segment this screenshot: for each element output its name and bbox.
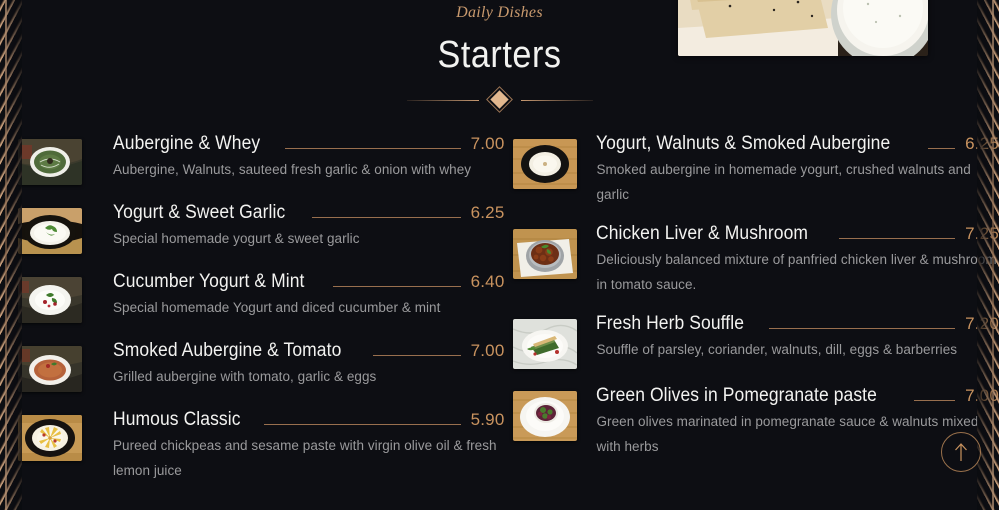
dish-body: Yogurt & Sweet Garlic 6.25 Special homem… — [113, 201, 504, 251]
price-leader-line — [333, 286, 461, 287]
menu-item[interactable]: Humous Classic 5.90 Pureed chickpeas and… — [18, 408, 504, 483]
dish-price: 5.90 — [470, 410, 505, 429]
dish-description: Grilled aubergine with tomato, garlic & … — [113, 369, 377, 384]
price-leader-line — [928, 148, 956, 149]
price-leader-line — [312, 217, 461, 218]
dish-name: Fresh Herb Souffle — [596, 313, 745, 334]
dish-name: Aubergine & Whey — [113, 133, 261, 154]
dish-head: Fresh Herb Souffle 7.20 — [596, 312, 999, 336]
dish-description: Deliciously balanced mixture of panfried… — [596, 252, 997, 292]
price-leader-line — [285, 148, 461, 149]
menu-item[interactable]: Yogurt & Sweet Garlic 6.25 Special homem… — [18, 201, 504, 254]
page-title: Starters — [437, 34, 562, 76]
dish-head: Smoked Aubergine & Tomato 7.00 — [113, 339, 504, 363]
scroll-to-top-button[interactable] — [941, 432, 981, 472]
menu-columns: Aubergine & Whey 7.00 Aubergine, Walnuts… — [0, 132, 999, 510]
dish-description: Aubergine, Walnuts, sauteed fresh garlic… — [113, 162, 472, 177]
dish-thumbnail — [18, 139, 82, 185]
dish-body: Fresh Herb Souffle 7.20 Souffle of parsl… — [596, 312, 999, 362]
menu-eyebrow: Daily Dishes — [456, 4, 543, 21]
dish-body: Aubergine & Whey 7.00 Aubergine, Walnuts… — [113, 132, 504, 182]
dish-head: Yogurt, Walnuts & Smoked Aubergine 6.25 — [596, 132, 999, 156]
dish-description: Special homemade yogurt & sweet garlic — [113, 231, 360, 246]
dish-body: Yogurt, Walnuts & Smoked Aubergine 6.25 … — [596, 132, 999, 207]
diamond-ornament-icon — [406, 90, 593, 111]
dish-price: 7.00 — [470, 341, 505, 360]
dish-head: Yogurt & Sweet Garlic 6.25 — [113, 201, 504, 225]
dish-head: Green Olives in Pomegranate paste 7.00 — [596, 384, 999, 408]
dish-thumbnail — [513, 229, 578, 279]
price-leader-line — [373, 355, 461, 356]
arrow-up-icon — [955, 443, 967, 461]
dish-description: Green olives marinated in pomegranate sa… — [596, 414, 979, 454]
price-leader-line — [769, 328, 956, 329]
dish-name: Chicken Liver & Mushroom — [596, 223, 809, 244]
menu-item[interactable]: Green Olives in Pomegranate paste 7.00 G… — [513, 384, 999, 459]
dish-price: 6.40 — [470, 272, 505, 291]
dish-thumbnail — [513, 139, 578, 189]
dish-description: Souffle of parsley, coriander, walnuts, … — [596, 342, 958, 357]
dish-price: 7.00 — [965, 386, 999, 405]
menu-item[interactable]: Smoked Aubergine & Tomato 7.00 Grilled a… — [18, 339, 504, 392]
dish-name: Yogurt, Walnuts & Smoked Aubergine — [596, 133, 891, 154]
dish-body: Green Olives in Pomegranate paste 7.00 G… — [596, 384, 999, 459]
menu-item[interactable]: Aubergine & Whey 7.00 Aubergine, Walnuts… — [18, 132, 504, 185]
dish-price: 6.25 — [965, 134, 999, 153]
dish-name: Smoked Aubergine & Tomato — [113, 340, 342, 361]
menu-column-right: Yogurt, Walnuts & Smoked Aubergine 6.25 … — [504, 132, 999, 510]
menu-column-left: Aubergine & Whey 7.00 Aubergine, Walnuts… — [0, 132, 504, 510]
menu-item[interactable]: Fresh Herb Souffle 7.20 Souffle of parsl… — [513, 312, 999, 369]
dish-head: Cucumber Yogurt & Mint 6.40 — [113, 270, 504, 294]
dish-thumbnail — [18, 415, 82, 461]
dish-head: Aubergine & Whey 7.00 — [113, 132, 504, 156]
dish-thumbnail — [513, 391, 578, 441]
dish-body: Chicken Liver & Mushroom 7.25 Deliciousl… — [596, 222, 999, 297]
dish-name: Cucumber Yogurt & Mint — [113, 271, 305, 292]
dish-description: Smoked aubergine in homemade yogurt, cru… — [596, 162, 971, 202]
dish-body: Smoked Aubergine & Tomato 7.00 Grilled a… — [113, 339, 504, 389]
dish-description: Pureed chickpeas and sesame paste with v… — [113, 438, 497, 478]
dish-body: Humous Classic 5.90 Pureed chickpeas and… — [113, 408, 504, 483]
dish-description: Special homemade Yogurt and diced cucumb… — [113, 300, 441, 315]
menu-page: Daily Dishes Starters Aubergine & Whey 7… — [0, 0, 999, 510]
dish-name: Humous Classic — [113, 409, 241, 430]
menu-item[interactable]: Cucumber Yogurt & Mint 6.40 Special home… — [18, 270, 504, 323]
dish-price: 7.00 — [470, 134, 505, 153]
dish-head: Humous Classic 5.90 — [113, 408, 504, 432]
dish-body: Cucumber Yogurt & Mint 6.40 Special home… — [113, 270, 504, 320]
price-leader-line — [838, 238, 956, 239]
menu-item[interactable]: Yogurt, Walnuts & Smoked Aubergine 6.25 … — [513, 132, 999, 207]
price-leader-line — [913, 400, 956, 401]
dish-name: Green Olives in Pomegranate paste — [596, 385, 878, 406]
dish-thumbnail — [18, 277, 82, 323]
menu-item[interactable]: Chicken Liver & Mushroom 7.25 Deliciousl… — [513, 222, 999, 297]
dish-thumbnail — [513, 319, 578, 369]
dish-name: Yogurt & Sweet Garlic — [113, 202, 286, 223]
dish-price: 7.25 — [965, 224, 999, 243]
dish-thumbnail — [18, 346, 82, 392]
dish-head: Chicken Liver & Mushroom 7.25 — [596, 222, 999, 246]
dish-price: 7.20 — [965, 314, 999, 333]
menu-header: Daily Dishes Starters — [0, 0, 999, 111]
dish-price: 6.25 — [470, 203, 505, 222]
price-leader-line — [263, 424, 461, 425]
dish-thumbnail — [18, 208, 82, 254]
